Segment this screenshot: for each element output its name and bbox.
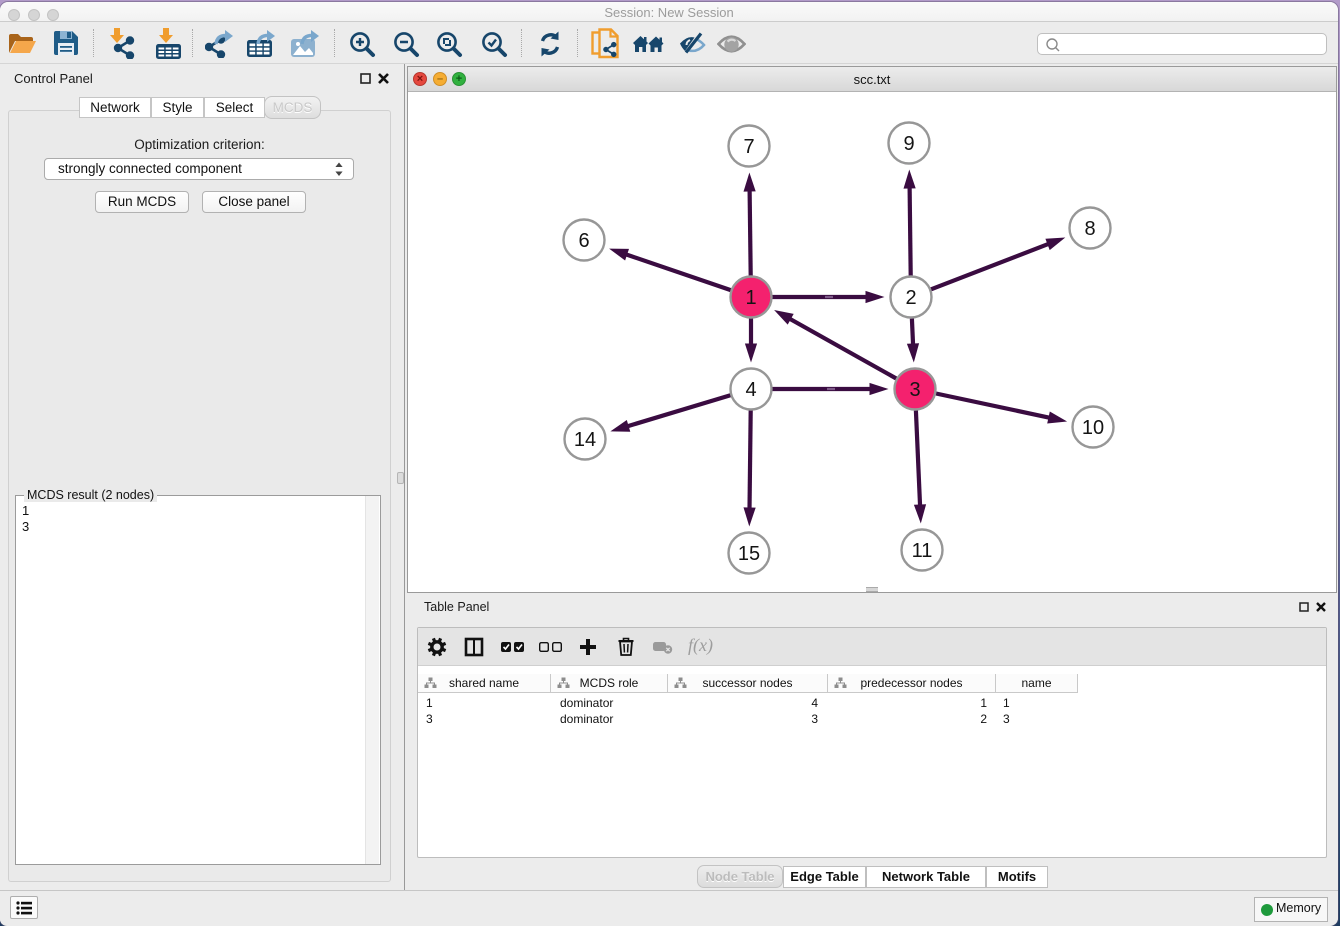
- svg-text:1: 1: [745, 287, 756, 309]
- svg-text:6: 6: [578, 230, 589, 252]
- svg-text:3: 3: [909, 379, 920, 401]
- svg-text:7: 7: [743, 136, 754, 158]
- svg-text:9: 9: [903, 133, 914, 155]
- svg-text:2: 2: [905, 287, 916, 309]
- svg-text:10: 10: [1082, 417, 1104, 439]
- svg-text:14: 14: [574, 429, 596, 451]
- svg-text:8: 8: [1084, 218, 1095, 240]
- svg-text:11: 11: [912, 540, 933, 562]
- svg-text:15: 15: [738, 543, 760, 565]
- svg-text:4: 4: [745, 379, 756, 401]
